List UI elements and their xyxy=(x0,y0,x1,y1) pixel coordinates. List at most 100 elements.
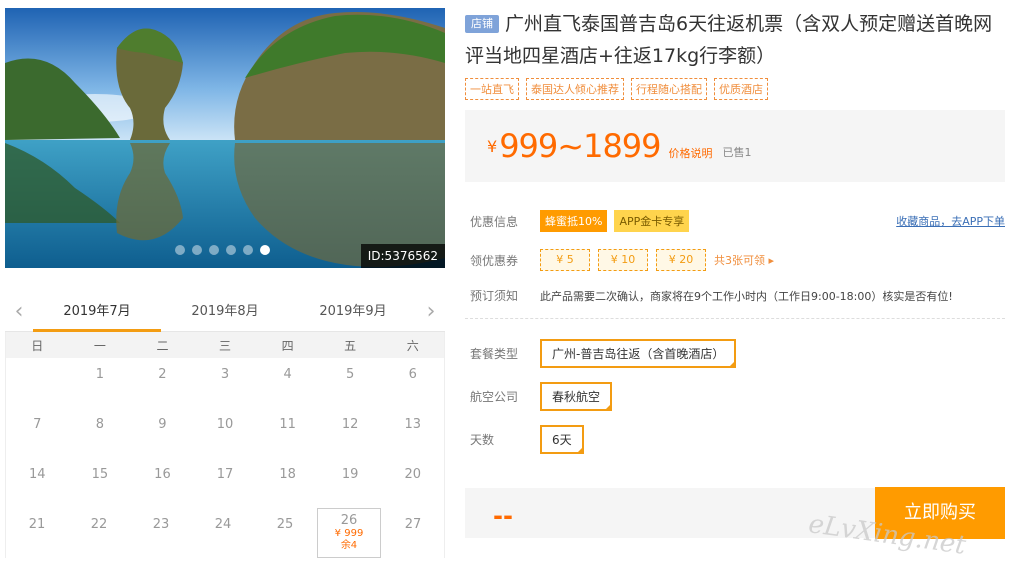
carousel-dot[interactable] xyxy=(243,245,253,255)
carousel-dot[interactable] xyxy=(226,245,236,255)
calendar-day-number: 26 xyxy=(340,513,358,528)
promo-badge-honey: 蜂蜜抵10% xyxy=(540,210,608,232)
calendar-day: 3 xyxy=(220,367,230,382)
feature-tag: 泰国达人倾心推荐 xyxy=(526,78,624,100)
calendar-day: 9 xyxy=(158,417,167,432)
calendar-day: 22 xyxy=(90,517,108,532)
package-row: 套餐类型 广州-普吉岛往返（含首晚酒店） xyxy=(470,339,1005,368)
calendar-day: 23 xyxy=(152,517,170,532)
weekday-header: 日 一 二 三 四 五 六 xyxy=(6,332,444,358)
favorite-link[interactable]: 收藏商品，去APP下单 xyxy=(896,213,1005,229)
weekday-label: 一 xyxy=(93,338,106,353)
product-title: 广州直飞泰国普吉岛6天往返机票（含双人预定赠送首晚网评当地四星酒店+往返17kg… xyxy=(465,13,993,67)
coupon-5[interactable]: ¥ 5 xyxy=(540,249,590,271)
coupon-label: 领优惠券 xyxy=(470,253,519,268)
calendar-day-stock: 余4 xyxy=(340,540,358,551)
calendar-day: 4 xyxy=(283,367,292,382)
product-info: 店铺 广州直飞泰国普吉岛6天往返机票（含双人预定赠送首晚网评当地四星酒店+往返17… xyxy=(465,8,1005,454)
calendar-week: 7 8 9 10 11 12 13 xyxy=(6,408,444,458)
product-page: ID:5376562 ‹ 2019年7月 2019年8月 2019年9月 › 日… xyxy=(0,0,1013,570)
calendar-day: 24 xyxy=(214,517,232,532)
days-row: 天数 6天 xyxy=(470,425,1005,454)
calendar-day: 5 xyxy=(346,367,355,382)
carousel-dot[interactable] xyxy=(192,245,202,255)
calendar-week: 21 22 23 24 25 26 ¥ 999 余4 27 xyxy=(6,508,444,558)
carousel-dot[interactable] xyxy=(209,245,219,255)
price-range: 999~1899 xyxy=(499,127,661,165)
calendar-day: 16 xyxy=(154,467,171,482)
promo-badge-app: APP金卡专享 xyxy=(614,210,690,232)
days-option-selected[interactable]: 6天 xyxy=(540,425,584,454)
product-title-block: 店铺 广州直飞泰国普吉岛6天往返机票（含双人预定赠送首晚网评当地四星酒店+往返17… xyxy=(465,8,1005,72)
calendar-day-selected[interactable]: 26 ¥ 999 余4 xyxy=(317,508,381,558)
calendar-day: 20 xyxy=(404,467,422,482)
weekday-label: 日 xyxy=(31,338,44,353)
weekday-label: 三 xyxy=(219,338,232,353)
calendar-day: 14 xyxy=(29,467,46,482)
calendar-day-price: ¥ 999 xyxy=(334,528,364,539)
carousel-dot-active[interactable] xyxy=(260,245,270,255)
tab-month-august[interactable]: 2019年8月 xyxy=(161,292,289,332)
tab-month-july[interactable]: 2019年7月 xyxy=(33,292,161,332)
product-photo[interactable]: ID:5376562 xyxy=(5,8,445,268)
calendar-week: 1 2 3 4 5 6 xyxy=(6,358,444,408)
coupon-10[interactable]: ¥ 10 xyxy=(598,249,648,271)
total-price: -- xyxy=(493,502,513,530)
calendar-day: 1 xyxy=(95,367,104,382)
package-label: 套餐类型 xyxy=(470,347,519,361)
price-box: ¥ 999~1899 价格说明 已售1 xyxy=(465,110,1005,182)
prev-month-icon[interactable]: ‹ xyxy=(5,292,33,332)
calendar-day: 19 xyxy=(341,467,359,482)
feature-tags: 一站直飞 泰国达人倾心推荐 行程随心搭配 优质酒店 xyxy=(465,78,1005,100)
calendar-day: 25 xyxy=(276,517,294,532)
island-landscape-image xyxy=(5,8,445,268)
weekday-label: 六 xyxy=(406,338,419,353)
calendar-day: 12 xyxy=(341,417,359,432)
feature-tag: 行程随心搭配 xyxy=(631,78,707,100)
carousel-dots xyxy=(175,245,270,255)
coupon-20[interactable]: ¥ 20 xyxy=(656,249,706,271)
airline-option-selected[interactable]: 春秋航空 xyxy=(540,382,613,411)
calendar-day: 7 xyxy=(33,417,42,432)
calendar-day: 18 xyxy=(279,467,296,482)
notice-row: 预订须知 此产品需要二次确认，商家将在9个工作小时内（工作日9:00-18:00… xyxy=(470,287,1005,304)
promo-label: 优惠信息 xyxy=(470,214,519,229)
coupon-more-link[interactable]: 共3张可领 ▸ xyxy=(714,252,774,268)
calendar-day xyxy=(6,358,69,408)
calendar-day: 11 xyxy=(279,417,296,432)
coupon-row: 领优惠券 ¥ 5 ¥ 10 ¥ 20 共3张可领 ▸ xyxy=(470,249,1005,271)
calendar-day: 10 xyxy=(216,417,234,432)
calendar-day: 27 xyxy=(404,517,422,532)
product-id-label: ID:5376562 xyxy=(360,244,445,268)
date-calendar: ‹ 2019年7月 2019年8月 2019年9月 › 日 一 二 三 四 五 … xyxy=(5,292,445,558)
weekday-label: 四 xyxy=(281,338,294,353)
notice-label: 预订须知 xyxy=(470,289,519,303)
days-label: 天数 xyxy=(470,433,495,447)
currency-symbol: ¥ xyxy=(487,136,498,156)
section-divider xyxy=(465,318,1005,319)
promo-row: 优惠信息 蜂蜜抵10% APP金卡专享 收藏商品，去APP下单 xyxy=(470,210,1005,232)
calendar-day: 21 xyxy=(28,517,46,532)
weekday-label: 五 xyxy=(344,338,357,353)
carousel-dot[interactable] xyxy=(175,245,185,255)
next-month-icon[interactable]: › xyxy=(417,292,445,332)
airline-row: 航空公司 春秋航空 xyxy=(470,382,1005,411)
airline-label: 航空公司 xyxy=(470,390,519,404)
package-option-selected[interactable]: 广州-普吉岛往返（含首晚酒店） xyxy=(540,339,737,368)
feature-tag: 一站直飞 xyxy=(465,78,519,100)
calendar-week: 14 15 16 17 18 19 20 xyxy=(6,458,444,508)
feature-tag: 优质酒店 xyxy=(714,78,768,100)
price-explanation-link[interactable]: 价格说明 xyxy=(669,145,713,161)
notice-text: 此产品需要二次确认，商家将在9个工作小时内（工作日9:00-18:00）核实是否… xyxy=(540,289,953,303)
weekday-label: 二 xyxy=(156,338,169,353)
shop-badge[interactable]: 店铺 xyxy=(465,15,499,33)
calendar-day: 2 xyxy=(158,367,167,382)
calendar-day: 15 xyxy=(91,467,109,482)
calendar-day: 8 xyxy=(95,417,104,432)
calendar-day: 17 xyxy=(216,467,234,482)
calendar-day: 13 xyxy=(404,417,422,432)
calendar-day: 6 xyxy=(408,367,417,382)
tab-month-september[interactable]: 2019年9月 xyxy=(289,292,417,332)
month-tabs: ‹ 2019年7月 2019年8月 2019年9月 › xyxy=(5,292,445,332)
sold-count: 已售1 xyxy=(722,146,752,159)
